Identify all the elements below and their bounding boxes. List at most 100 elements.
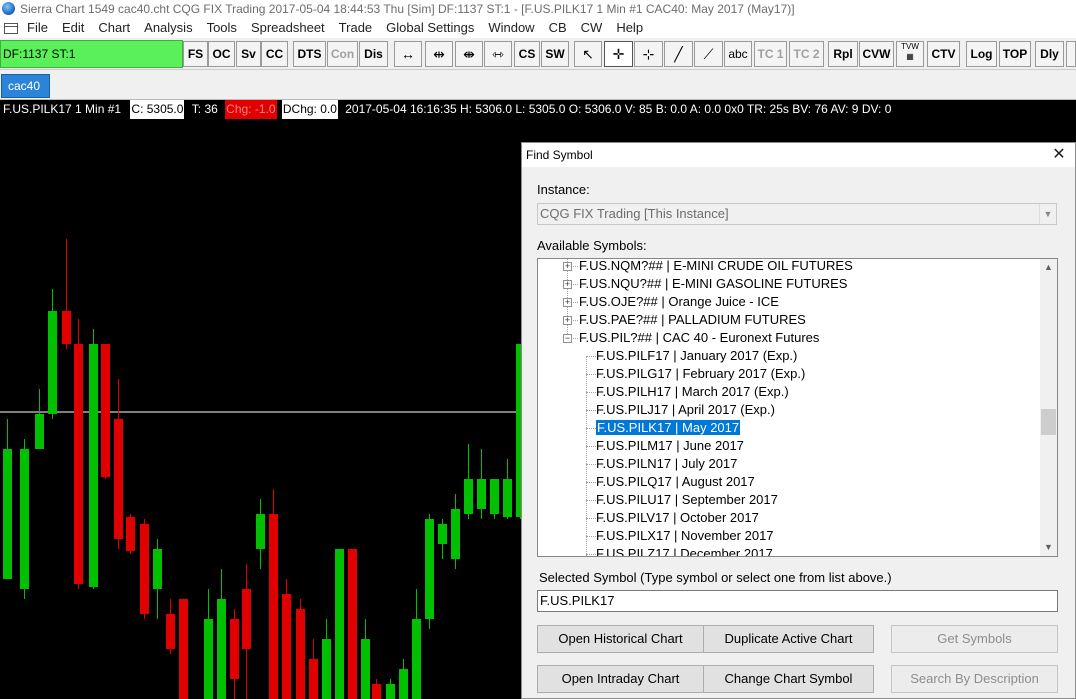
tree-branch-line — [573, 266, 578, 267]
scroll-up-icon[interactable]: ▲ — [1040, 259, 1057, 276]
pointer-icon[interactable]: ↖ — [574, 41, 602, 67]
dis-button[interactable]: Dis — [359, 41, 388, 67]
value-cursor-icon[interactable]: ⊹ — [634, 41, 663, 67]
ray-tool-icon[interactable]: ⟋ — [694, 41, 723, 67]
tree-symbol-item[interactable]: F.US.PILM17 | June 2017 — [596, 437, 744, 455]
expand-plus-icon[interactable]: + — [563, 280, 572, 289]
menu-trade[interactable]: Trade — [339, 18, 379, 38]
candle-body — [412, 619, 421, 699]
tree-branch-line — [586, 392, 596, 393]
scroll-down-icon[interactable]: ▼ — [1040, 539, 1057, 556]
oc-button[interactable]: OC — [208, 41, 235, 67]
menu-edit[interactable]: Edit — [62, 18, 91, 38]
menu-tools[interactable]: Tools — [207, 18, 244, 38]
tvw-grid-icon[interactable]: TVW ▦ — [896, 41, 924, 67]
tree-item-label: F.US.PIL?## | CAC 40 - Euronext Futures — [579, 330, 820, 345]
collapse-minus-icon[interactable]: − — [563, 334, 572, 343]
top-button[interactable]: TOP — [999, 41, 1031, 67]
dly-button[interactable]: Dly — [1035, 41, 1064, 67]
dialog-title-bar: Find Symbol ✕ — [522, 143, 1075, 167]
candle-body — [204, 619, 213, 699]
tree-symbol-item[interactable]: F.US.PILF17 | January 2017 (Exp.) — [596, 347, 797, 365]
close-icon[interactable]: ✕ — [1051, 147, 1067, 163]
menu-bar: File Edit Chart Analysis Tools Spreadshe… — [0, 18, 1076, 38]
open-intraday-chart-button[interactable]: Open Intraday Chart — [537, 665, 704, 693]
candle-body — [114, 419, 123, 539]
tree-item-label: F.US.NQU?## | E-MINI GASOLINE FUTURES — [579, 276, 848, 291]
selected-symbol-input[interactable]: F.US.PILK17 — [537, 590, 1058, 612]
search-by-description-button[interactable]: Search By Description — [891, 665, 1058, 693]
get-symbols-button[interactable]: Get Symbols — [891, 625, 1058, 653]
tree-scrollbar[interactable]: ▲ ▼ — [1040, 259, 1057, 556]
tree-symbol-item[interactable]: F.US.PILG17 | February 2017 (Exp.) — [596, 365, 805, 383]
candle-body — [361, 639, 370, 699]
tree-symbol-item[interactable]: F.US.PILX17 | November 2017 — [596, 527, 774, 545]
menu-spreadsheet[interactable]: Spreadsheet — [251, 18, 332, 38]
compress-horizontal-icon[interactable]: ⇼ — [455, 41, 483, 67]
log-button[interactable]: Log — [966, 41, 997, 67]
expand-plus-icon[interactable]: + — [563, 316, 572, 325]
expand-plus-icon[interactable]: + — [563, 298, 572, 307]
rpl-button[interactable]: Rpl — [828, 41, 858, 67]
candle-body — [335, 549, 344, 699]
instance-select[interactable]: CQG FIX Trading [This Instance] ▼ — [537, 203, 1057, 225]
menu-analysis[interactable]: Analysis — [144, 18, 199, 38]
text-tool-button[interactable]: abc — [724, 41, 752, 67]
menu-global-settings[interactable]: Global Settings — [386, 18, 481, 38]
cvw-button[interactable]: CVW — [859, 41, 894, 67]
con-button[interactable]: Con — [327, 41, 358, 67]
crosshair-icon[interactable]: ✛ — [604, 41, 633, 67]
tree-symbol-item[interactable]: F.US.PILV17 | October 2017 — [596, 509, 759, 527]
open-historical-chart-button[interactable]: Open Historical Chart — [537, 625, 704, 653]
overflow-button[interactable] — [1066, 41, 1076, 67]
tree-group-item[interactable]: F.US.NQU?## | E-MINI GASOLINE FUTURES — [579, 275, 847, 293]
tree-group-item[interactable]: F.US.PIL?## | CAC 40 - Euronext Futures — [579, 329, 819, 347]
cc-button[interactable]: CC — [261, 41, 288, 67]
tab-cac40[interactable]: cac40 — [1, 74, 50, 98]
change-chart-symbol-button[interactable]: Change Chart Symbol — [703, 665, 874, 693]
tree-group-item[interactable]: F.US.NQM?## | E-MINI CRUDE OIL FUTURES — [579, 259, 853, 275]
symbol-tree[interactable]: F.US.NQM?## | E-MINI CRUDE OIL FUTURES F.… — [537, 258, 1058, 557]
tree-group-item[interactable]: F.US.OJE?## | Orange Juice - ICE — [579, 293, 779, 311]
chevron-down-icon[interactable]: ▼ — [1039, 204, 1056, 224]
ctv-button[interactable]: CTV — [927, 41, 960, 67]
candle-body — [451, 509, 460, 559]
menu-file[interactable]: File — [27, 18, 55, 38]
system-menu-icon[interactable] — [4, 23, 18, 34]
tc2-button[interactable]: TC 2 — [789, 41, 824, 67]
tree-symbol-item[interactable]: F.US.PILZ17 | December 2017 — [596, 545, 773, 556]
sw-button[interactable]: SW — [541, 41, 569, 67]
find-symbol-dialog: Find Symbol ✕ Instance: CQG FIX Trading … — [521, 142, 1076, 699]
cs-button[interactable]: CS — [514, 41, 540, 67]
candle-body — [179, 599, 188, 699]
tree-symbol-item[interactable]: F.US.PILQ17 | August 2017 — [596, 473, 755, 491]
scroll-thumb[interactable] — [1041, 409, 1056, 435]
candle-body — [477, 479, 486, 509]
scale-horizontal-icon[interactable]: ↔ — [394, 41, 422, 67]
sv-button[interactable]: Sv — [236, 41, 261, 67]
tree-symbol-item[interactable]: F.US.PILJ17 | April 2017 (Exp.) — [596, 401, 775, 419]
tree-symbol-item[interactable]: F.US.PILK17 | May 2017 — [594, 419, 742, 437]
menu-chart[interactable]: Chart — [98, 18, 137, 38]
tree-symbol-item[interactable]: F.US.PILU17 | September 2017 — [596, 491, 778, 509]
tree-group-item[interactable]: F.US.PAE?## | PALLADIUM FUTURES — [579, 311, 806, 329]
expand-horizontal-icon[interactable]: ⇹ — [425, 41, 453, 67]
compress-bars-icon[interactable]: ⇿ — [484, 41, 512, 67]
tree-branch-line — [586, 554, 596, 555]
tree-branch-line — [573, 320, 578, 321]
menu-cb[interactable]: CB — [549, 18, 574, 38]
tree-symbol-item[interactable]: F.US.PILN17 | July 2017 — [596, 455, 737, 473]
line-tool-icon[interactable]: ╱ — [664, 41, 693, 67]
candle-body — [153, 549, 162, 589]
menu-help[interactable]: Help — [616, 18, 650, 38]
dts-button[interactable]: DTS — [293, 41, 326, 67]
tree-symbol-item[interactable]: F.US.PILH17 | March 2017 (Exp.) — [596, 383, 789, 401]
duplicate-active-chart-button[interactable]: Duplicate Active Chart — [703, 625, 874, 653]
info-details: 2017-05-04 16:16:35 H: 5306.0 L: 5305.0 … — [345, 102, 892, 116]
menu-cw[interactable]: CW — [581, 18, 610, 38]
fs-button[interactable]: FS — [183, 41, 208, 67]
info-symbol: F.US.PILK17 1 Min #1 — [3, 102, 122, 116]
menu-window[interactable]: Window — [488, 18, 541, 38]
tc1-button[interactable]: TC 1 — [754, 41, 787, 67]
expand-plus-icon[interactable]: + — [563, 262, 572, 271]
